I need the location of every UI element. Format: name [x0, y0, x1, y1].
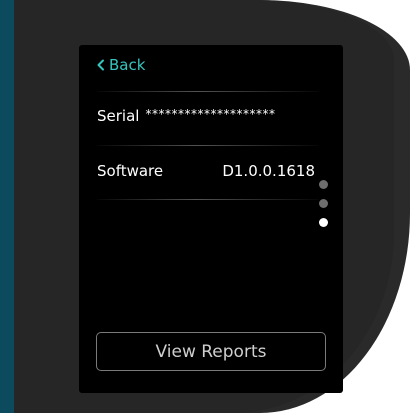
divider [97, 145, 319, 146]
software-label: Software [97, 162, 164, 180]
page-dot-1[interactable] [319, 180, 328, 189]
page-dot-3-active[interactable] [319, 218, 328, 227]
divider [97, 91, 319, 92]
software-row: Software D1.0.0.1618 [97, 162, 319, 180]
page-dot-2[interactable] [319, 199, 328, 208]
serial-value: ******************** [145, 107, 276, 121]
software-value: D1.0.0.1618 [222, 162, 315, 180]
back-label: Back [109, 56, 146, 74]
device-view: Back Serial ******************** Softwar… [0, 0, 410, 413]
page-indicator [317, 180, 329, 232]
chevron-left-icon [97, 59, 104, 71]
view-reports-button[interactable]: View Reports [96, 332, 326, 371]
divider [97, 199, 319, 200]
serial-label: Serial [97, 107, 140, 125]
back-button[interactable]: Back [96, 56, 145, 74]
serial-row: Serial ******************** [97, 107, 319, 125]
device-screen: Back Serial ******************** Softwar… [79, 45, 343, 393]
